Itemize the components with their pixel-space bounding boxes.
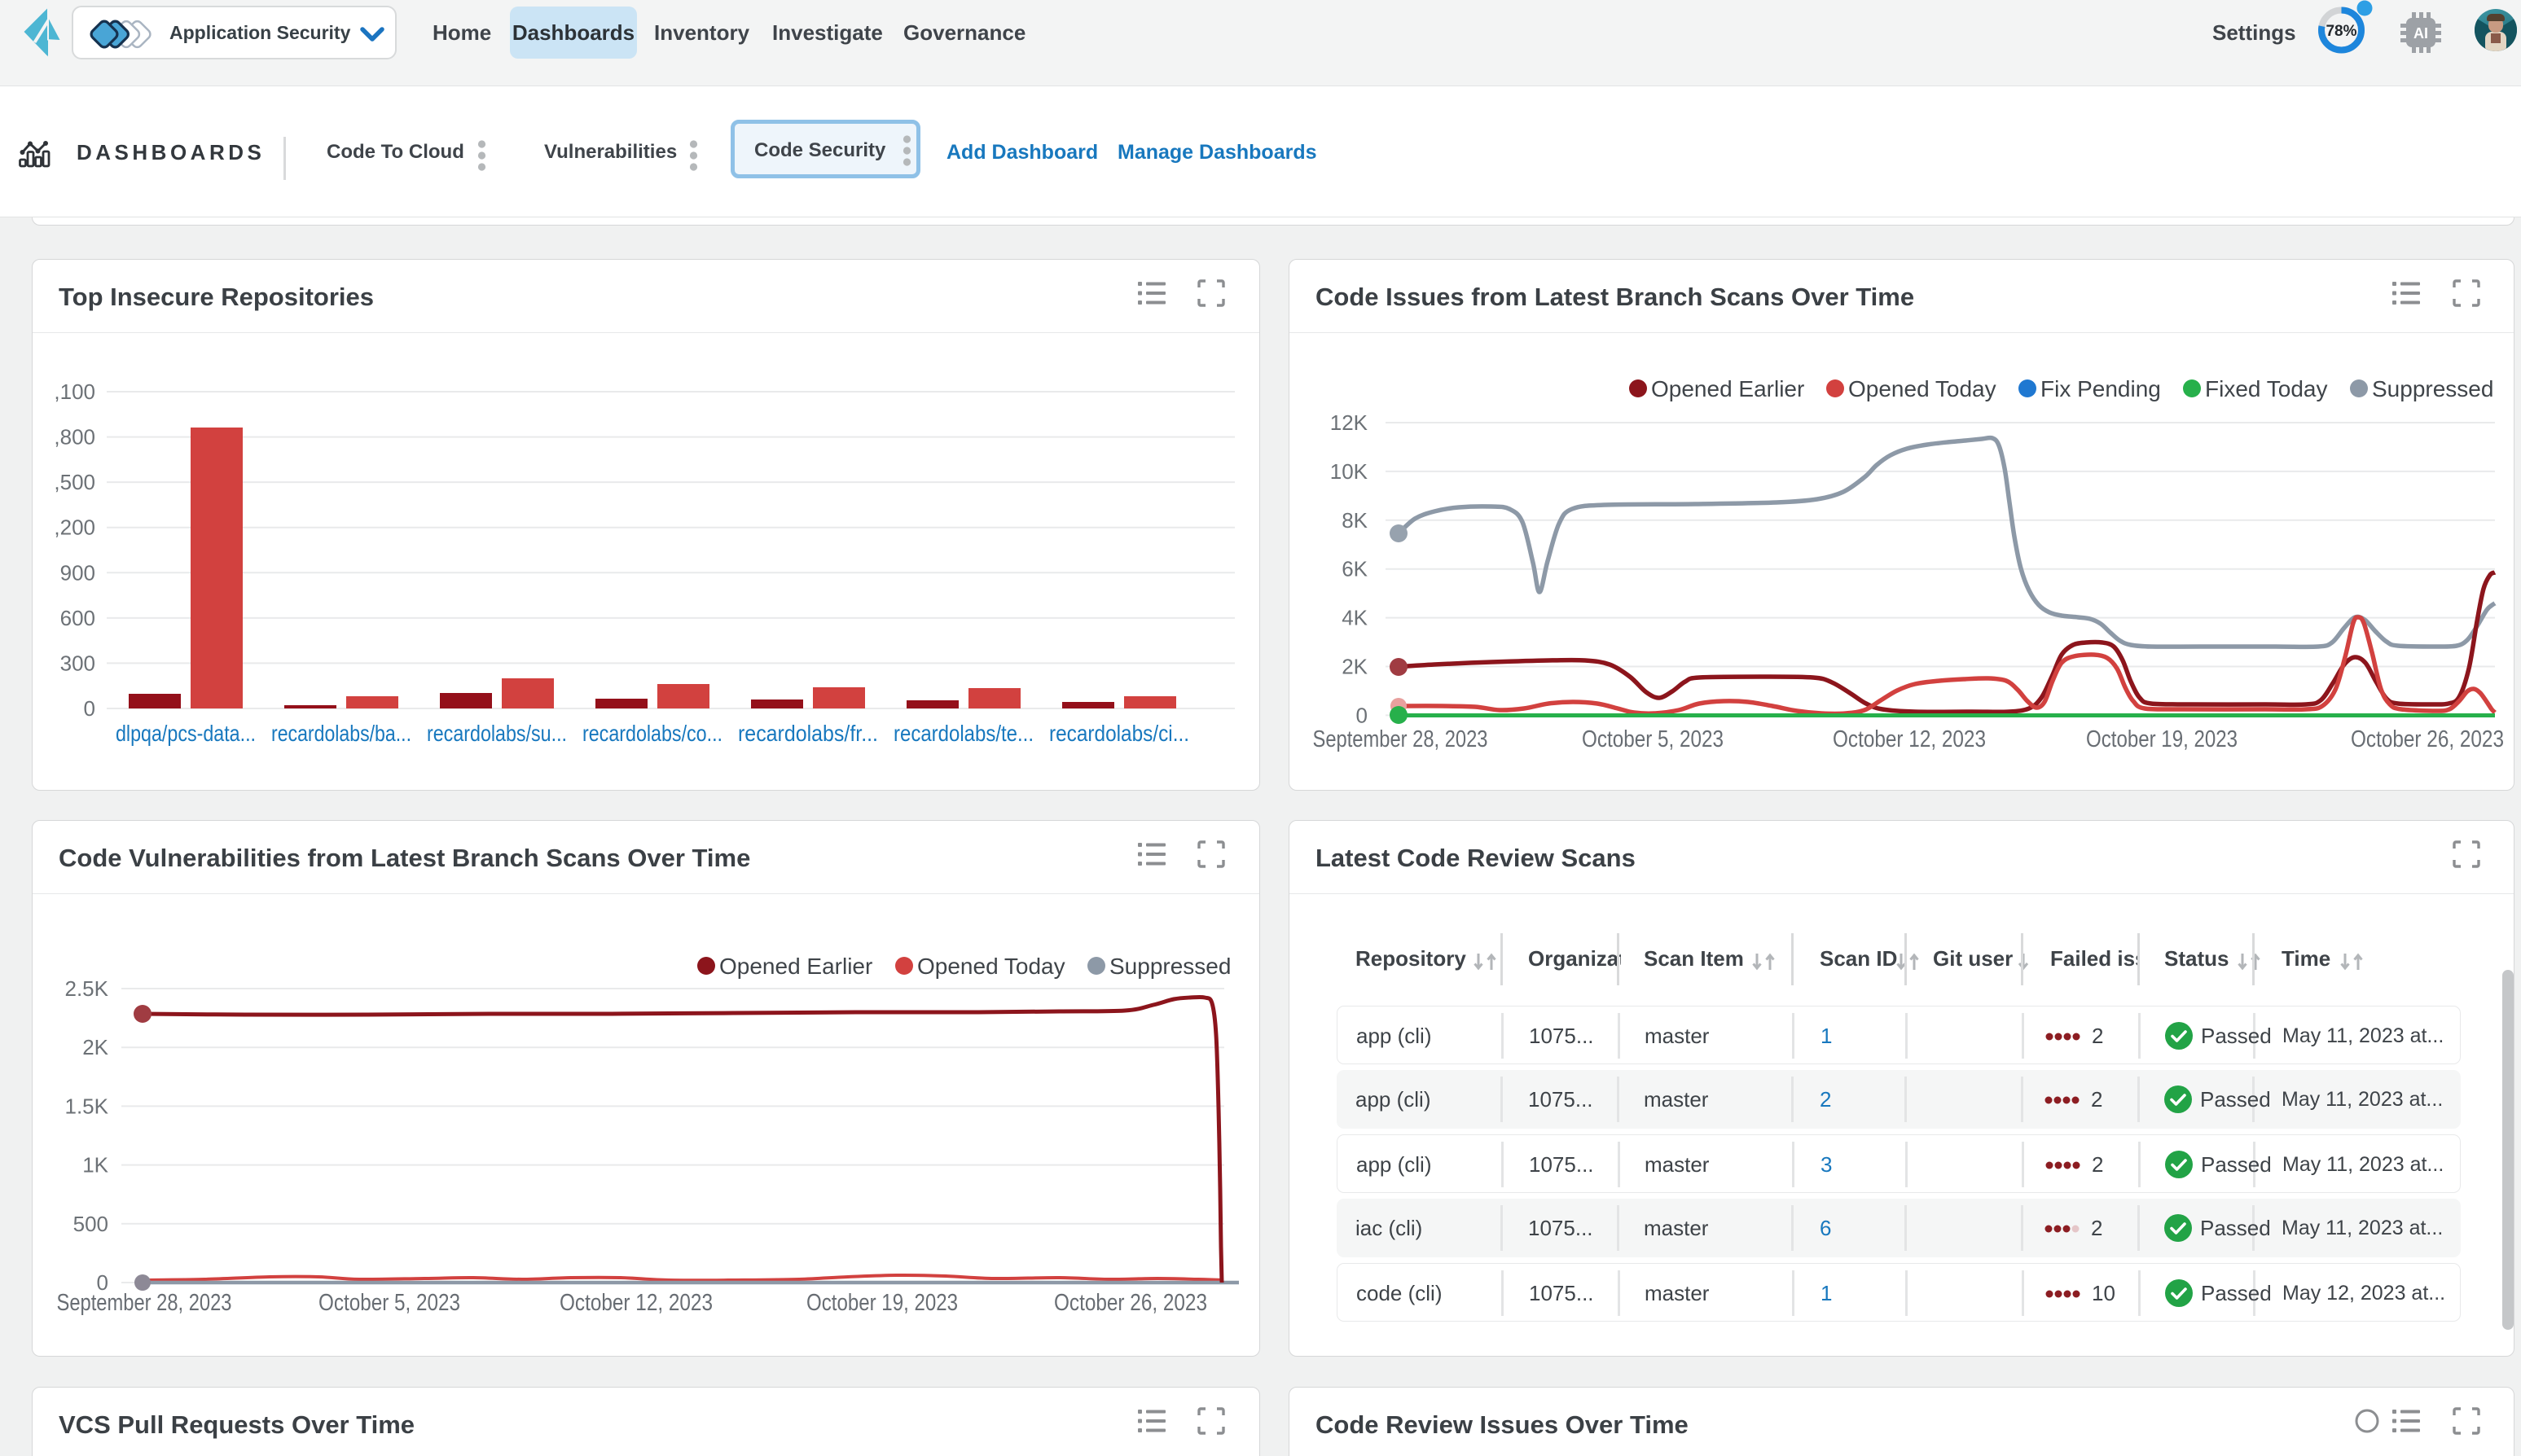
- svg-text:Suppressed: Suppressed: [1109, 954, 1231, 979]
- svg-text:AI: AI: [2413, 25, 2428, 42]
- svg-text:September 28, 2023: September 28, 2023: [57, 1290, 232, 1316]
- svg-text:October 5, 2023: October 5, 2023: [318, 1290, 460, 1316]
- svg-text:recardolabs/su...: recardolabs/su...: [427, 721, 567, 746]
- svg-text:2.5K: 2.5K: [65, 976, 109, 1001]
- svg-text:October 12, 2023: October 12, 2023: [1833, 726, 1986, 752]
- svg-text:2K: 2K: [1342, 655, 1368, 679]
- svg-text:8K: 8K: [1342, 508, 1368, 533]
- svg-text:,200: ,200: [54, 515, 95, 540]
- svg-text:1K: 1K: [82, 1153, 108, 1178]
- svg-text:,100: ,100: [54, 379, 95, 404]
- svg-text:October 12, 2023: October 12, 2023: [560, 1290, 713, 1316]
- svg-text:October 26, 2023: October 26, 2023: [2351, 726, 2504, 752]
- svg-text:October 19, 2023: October 19, 2023: [806, 1290, 958, 1316]
- svg-text:Opened Earlier: Opened Earlier: [1651, 376, 1804, 401]
- svg-text:10K: 10K: [1330, 459, 1368, 484]
- svg-text:78%: 78%: [2326, 23, 2356, 40]
- svg-text:500: 500: [73, 1212, 108, 1236]
- svg-text:Fix Pending: Fix Pending: [2040, 376, 2161, 401]
- svg-text:recardolabs/ba...: recardolabs/ba...: [271, 721, 411, 746]
- svg-text:recardolabs/fr...: recardolabs/fr...: [738, 721, 878, 746]
- svg-text:Suppressed: Suppressed: [2372, 376, 2493, 401]
- svg-text:2K: 2K: [82, 1035, 108, 1059]
- svg-text:October 26, 2023: October 26, 2023: [1054, 1290, 1207, 1316]
- svg-text:October 19, 2023: October 19, 2023: [2086, 726, 2238, 752]
- svg-text:Fixed Today: Fixed Today: [2205, 376, 2327, 401]
- svg-text:,500: ,500: [54, 470, 95, 494]
- svg-text:600: 600: [60, 606, 95, 630]
- svg-text:September 28, 2023: September 28, 2023: [1313, 726, 1488, 752]
- svg-text:4K: 4K: [1342, 606, 1368, 630]
- svg-text:Opened Today: Opened Today: [917, 954, 1065, 979]
- svg-text:6K: 6K: [1342, 557, 1368, 581]
- svg-text:recardolabs/ci...: recardolabs/ci...: [1049, 721, 1189, 746]
- svg-text:0: 0: [84, 696, 95, 721]
- svg-text:12K: 12K: [1330, 410, 1368, 435]
- svg-text:1.5K: 1.5K: [65, 1094, 109, 1118]
- svg-text:recardolabs/co...: recardolabs/co...: [582, 721, 722, 746]
- svg-text:Opened Earlier: Opened Earlier: [719, 954, 872, 979]
- svg-text:October 5, 2023: October 5, 2023: [1582, 726, 1724, 752]
- svg-text:recardolabs/te...: recardolabs/te...: [894, 721, 1034, 746]
- svg-text:Opened Today: Opened Today: [1848, 376, 1996, 401]
- svg-text:dlpqa/pcs-data...: dlpqa/pcs-data...: [116, 721, 256, 746]
- svg-text:0: 0: [1356, 703, 1368, 727]
- svg-text:900: 900: [60, 560, 95, 585]
- svg-text:,800: ,800: [54, 425, 95, 450]
- svg-text:300: 300: [60, 651, 95, 675]
